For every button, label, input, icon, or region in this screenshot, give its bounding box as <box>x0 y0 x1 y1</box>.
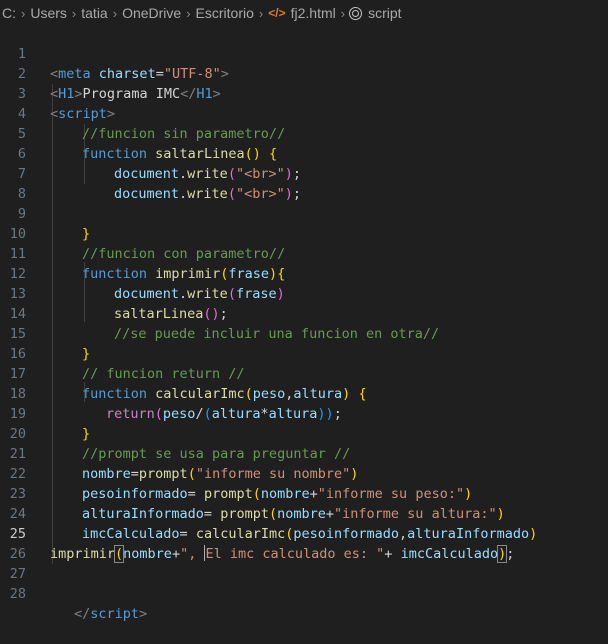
breadcrumb-drive[interactable]: C: <box>0 5 18 21</box>
code-line-active[interactable]: 25 imprimir(nombre+", El imc calculado e… <box>0 504 608 563</box>
code-line[interactable]: 19 } <box>0 384 608 442</box>
code-line[interactable]: 23 alturaInformado= prompt(nombre+"infor… <box>0 464 608 522</box>
code-line[interactable]: 7 document.write("<br>"); <box>0 144 608 202</box>
breadcrumb-item-onedrive[interactable]: OneDrive <box>120 5 183 21</box>
code-line[interactable]: 9 } <box>0 184 608 242</box>
chevron-right-icon: › <box>21 5 26 21</box>
chevron-right-icon: › <box>112 5 118 21</box>
code-line[interactable]: 26 <box>0 524 608 562</box>
chevron-right-icon: › <box>71 5 77 21</box>
line-number: 28 <box>9 586 26 602</box>
code-line[interactable]: 15 } <box>0 304 608 362</box>
code-line[interactable]: 22 pesoinformado= prompt(nombre+"informe… <box>0 444 608 502</box>
symbol-module-icon <box>349 6 363 20</box>
code-line[interactable]: 14 //se puede incluir una funcion en otr… <box>0 284 608 342</box>
code-line[interactable]: 24 imcCalculado= calcularImc(pesoinforma… <box>0 484 608 542</box>
chevron-right-icon: › <box>186 5 191 21</box>
code-line[interactable]: 21 nombre=prompt("informe su nombre") <box>0 424 608 482</box>
breadcrumb-symbol[interactable]: script <box>366 5 403 21</box>
code-line[interactable]: 20 //prompt se usa para preguntar // <box>0 404 608 462</box>
breadcrumb-item-tatia[interactable]: tatia <box>79 5 109 21</box>
code-line[interactable]: 17 function calcularImc(peso,altura) { <box>0 344 608 402</box>
html-file-icon: </> <box>268 6 286 20</box>
code-line[interactable]: 12 document.write(frase) <box>0 244 608 302</box>
code-line[interactable]: 6 document.write("<br>"); <box>0 124 608 182</box>
chevron-right-icon: › <box>258 5 264 21</box>
code-line[interactable]: 13 saltarLinea(); <box>0 264 608 322</box>
breadcrumb-item-escritorio[interactable]: Escritorio <box>194 5 256 21</box>
code-line[interactable]: 5 function saltarLinea() { <box>0 104 608 162</box>
code-line[interactable]: 4 //funcion sin parametro// <box>0 84 608 142</box>
breadcrumb: C: › Users › tatia › OneDrive › Escritor… <box>0 0 608 26</box>
code-line[interactable]: 28 </script> <box>0 564 608 622</box>
code-line[interactable]: 2 <H1>Programa IMC</H1> <box>0 44 608 102</box>
code-editor[interactable]: 1 <meta charset="UTF-8"> 2 <H1>Programa … <box>0 24 608 622</box>
code-line[interactable]: 8 <box>0 164 608 202</box>
code-text: </script> <box>74 606 148 622</box>
code-line[interactable]: 18 return(peso/(altura*altura)); <box>0 364 608 422</box>
breadcrumb-file[interactable]: fj2.html <box>289 5 338 21</box>
breadcrumb-item-users[interactable]: Users <box>28 5 69 21</box>
chevron-right-icon: › <box>340 5 346 21</box>
code-line[interactable]: 16 // funcion return // <box>0 324 608 382</box>
code-line[interactable]: 3 <script> <box>0 64 608 122</box>
code-line[interactable]: 11 function imprimir(frase){ <box>0 224 608 282</box>
code-line[interactable]: 10 //funcion con parametro// <box>0 204 608 262</box>
code-line[interactable]: 1 <meta charset="UTF-8"> <box>0 24 608 82</box>
code-line[interactable]: 27 <box>0 544 608 582</box>
